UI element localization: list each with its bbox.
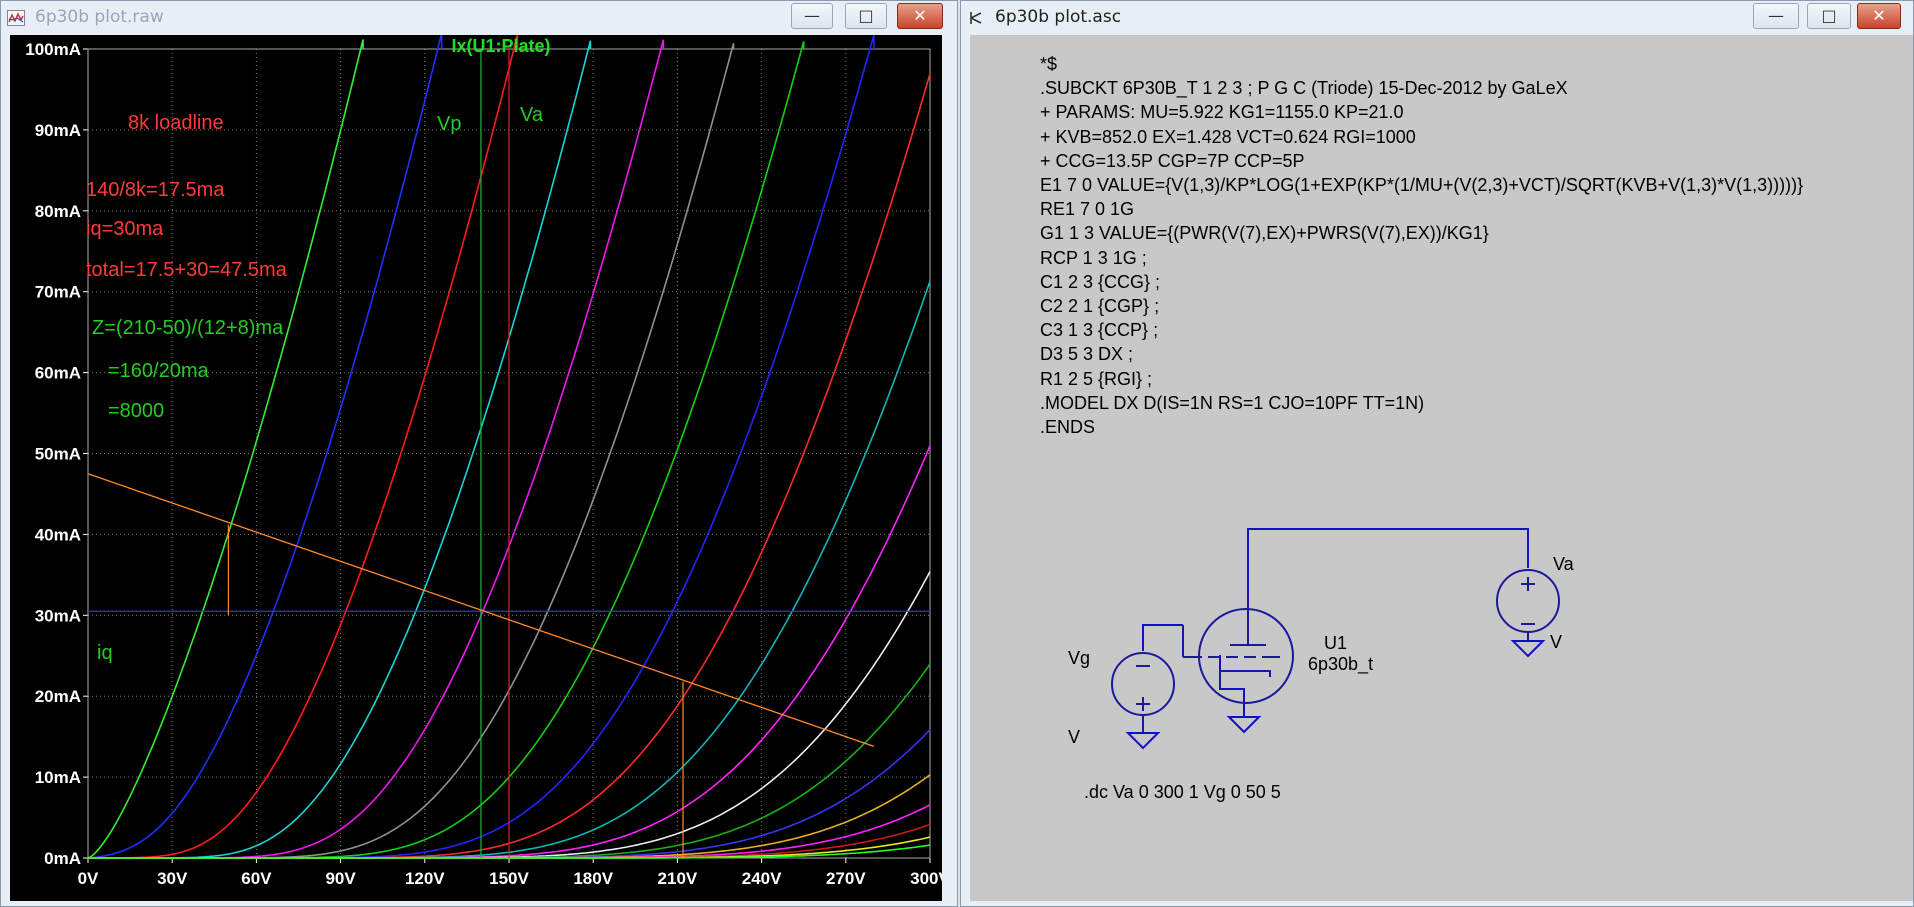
annotation-z-ratio: =160/20ma bbox=[108, 360, 210, 382]
triode-tube-icon[interactable] bbox=[1182, 596, 1294, 704]
y-tick-label: 10mA bbox=[35, 768, 81, 787]
annotation-z-result: =8000 bbox=[108, 400, 164, 422]
series-line-vg-20 bbox=[88, 39, 665, 859]
annotation-z-formula: Z=(210-50)/(12+8)ma bbox=[92, 317, 284, 339]
plot-canvas[interactable]: 0V 30V 60V 90V 120V 150V 180V 210V 240V 270V 300V 0… bbox=[10, 35, 942, 901]
annotation-iq-line: iq bbox=[97, 642, 113, 664]
plot-window-title: 6p30b plot.raw bbox=[35, 7, 164, 27]
tube-instance-name: U1 bbox=[1324, 633, 1348, 653]
ground-icon bbox=[1510, 640, 1546, 658]
waveform-plot-icon bbox=[7, 10, 25, 26]
y-tick-label: 70mA bbox=[35, 283, 81, 302]
series-line-vg-25 bbox=[88, 43, 735, 859]
y-tick-label: 90mA bbox=[35, 121, 81, 140]
dc-sweep-directive[interactable]: .dc Va 0 300 1 Vg 0 50 5 bbox=[1084, 782, 1281, 803]
plot-maximize-button[interactable]: □ bbox=[845, 3, 887, 29]
vg-source[interactable] bbox=[1111, 652, 1175, 750]
plot-minimize-button[interactable]: — bbox=[791, 3, 833, 29]
va-source-name: Va bbox=[1553, 554, 1574, 574]
ground-icon bbox=[1226, 716, 1262, 734]
schematic-icon bbox=[970, 12, 982, 24]
y-tick-label: 20mA bbox=[35, 687, 81, 706]
series-line-vg-10 bbox=[88, 35, 519, 859]
y-tick-label: 0mA bbox=[44, 849, 81, 868]
x-tick-label: 150V bbox=[489, 869, 529, 888]
schematic-window-title: 6p30b plot.asc bbox=[995, 7, 1122, 27]
x-tick-label: 90V bbox=[325, 869, 356, 888]
series-line-vg-15 bbox=[88, 40, 592, 859]
annotation-vp: Vp bbox=[437, 113, 461, 135]
x-tick-label: 240V bbox=[742, 869, 782, 888]
x-tick-label: 30V bbox=[157, 869, 188, 888]
plot-close-button[interactable]: ✕ bbox=[897, 3, 943, 29]
y-tick-label: 80mA bbox=[35, 202, 81, 221]
schematic-window: 6p30b plot.asc — □ ✕ *$ .SUBCKT 6P30B_T … bbox=[960, 0, 1914, 907]
schematic-window-titlebar[interactable]: 6p30b plot.asc — □ ✕ bbox=[961, 1, 1913, 35]
circuit-wires bbox=[1142, 528, 1529, 717]
x-tick-label: 60V bbox=[241, 869, 272, 888]
x-tick-label: 180V bbox=[573, 869, 613, 888]
series-line-vg-30 bbox=[88, 41, 805, 859]
x-tick-label: 270V bbox=[826, 869, 866, 888]
x-tick-label: 120V bbox=[405, 869, 445, 888]
annotation-total: total=17.5+30=47.5ma bbox=[86, 259, 288, 281]
x-tick-label: 0V bbox=[78, 869, 99, 888]
annotation-iq: iq=30ma bbox=[86, 218, 164, 240]
voltage-source-icon bbox=[1496, 569, 1560, 641]
x-tick-label: 300V bbox=[910, 869, 942, 888]
series-line-vg-0 bbox=[87, 39, 364, 859]
tube-model-name: 6p30b_t bbox=[1308, 654, 1374, 674]
series-line-vg-5 bbox=[87, 35, 443, 859]
plot-window-titlebar[interactable]: 6p30b plot.raw — □ ✕ bbox=[1, 1, 957, 35]
voltage-source-icon bbox=[1111, 652, 1175, 733]
plate-current-chart: 0V 30V 60V 90V 120V 150V 180V 210V 240V 270V 300V 0… bbox=[25, 35, 942, 888]
ground-icon bbox=[1125, 732, 1161, 750]
y-tick-label: 60mA bbox=[35, 364, 81, 383]
annotation-va: Va bbox=[520, 104, 544, 126]
chart-title: Ix(U1:Plate) bbox=[451, 36, 550, 56]
y-tick-label: 100mA bbox=[25, 40, 81, 59]
va-source-value: V bbox=[1550, 632, 1563, 652]
schematic-maximize-button[interactable]: □ bbox=[1807, 3, 1851, 29]
x-tick-label: 210V bbox=[658, 869, 698, 888]
vg-source-value: V bbox=[1068, 727, 1081, 747]
vg-source-name: Vg bbox=[1068, 648, 1091, 668]
y-tick-label: 30mA bbox=[35, 606, 81, 625]
y-tick-label: 40mA bbox=[35, 525, 81, 544]
annotation-signal-current: 140/8k=17.5ma bbox=[86, 179, 225, 201]
circuit-schematic[interactable] bbox=[970, 35, 1913, 901]
schematic-minimize-button[interactable]: — bbox=[1753, 3, 1799, 29]
schematic-close-button[interactable]: ✕ bbox=[1857, 3, 1901, 29]
schematic-canvas[interactable]: *$ .SUBCKT 6P30B_T 1 2 3 ; P G C (Triode… bbox=[970, 35, 1913, 901]
plot-window: 6p30b plot.raw — □ ✕ 0V 30V 60V 90V 120V 150V… bbox=[0, 0, 958, 907]
y-tick-label: 50mA bbox=[35, 445, 81, 464]
annotation-loadline-label: 8k loadline bbox=[128, 112, 224, 134]
